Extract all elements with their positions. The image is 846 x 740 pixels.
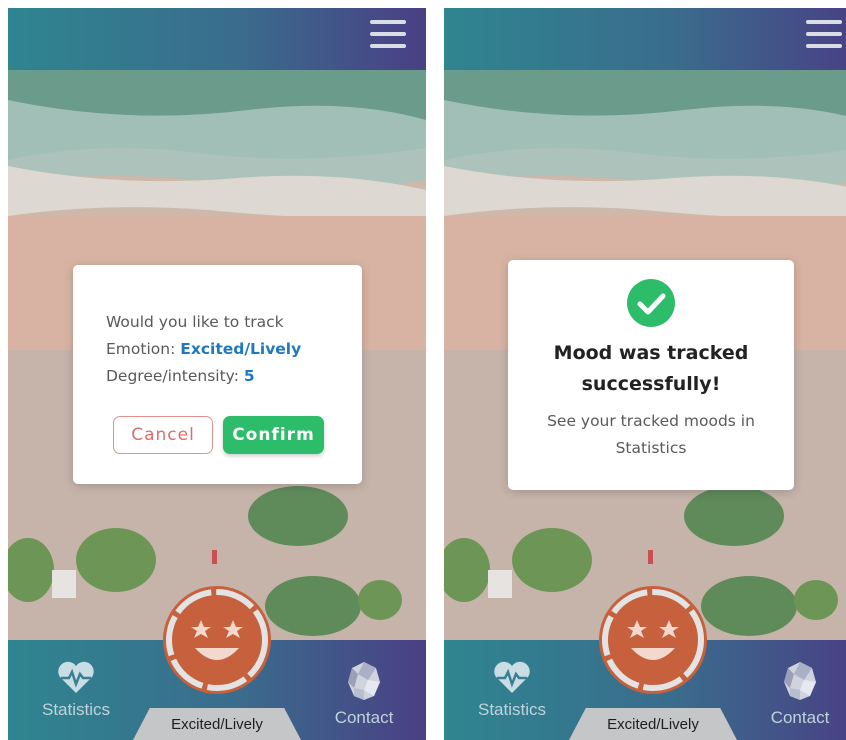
success-subtitle-line2: Statistics <box>615 439 687 457</box>
degree-label: Degree/intensity: <box>106 367 239 385</box>
contact-icon <box>348 662 380 700</box>
nav-contact-label: Contact <box>334 708 394 727</box>
star-eyes-face-icon[interactable] <box>597 584 709 696</box>
star-eyes-face-icon[interactable] <box>161 584 273 696</box>
confirm-button[interactable]: Confirm <box>223 416 324 454</box>
success-subtitle-line1: See your tracked moods in <box>547 412 755 430</box>
nav-statistics[interactable]: Statistics <box>36 660 116 720</box>
check-circle-icon <box>627 279 675 327</box>
dialog-question: Would you like to track <box>106 313 284 331</box>
degree-value: 5 <box>243 367 255 385</box>
emotion-line: Emotion: Excited/Lively <box>106 340 301 358</box>
hamburger-icon[interactable] <box>370 18 406 50</box>
phone-screen-confirm: Would you like to track Emotion: Excited… <box>8 8 426 740</box>
success-title-line2: successfully! <box>581 373 721 395</box>
heart-pulse-icon <box>58 661 94 693</box>
nav-contact-label: Contact <box>770 708 830 727</box>
hamburger-icon[interactable] <box>806 18 842 50</box>
nav-contact[interactable]: Contact <box>760 660 840 728</box>
degree-line: Degree/intensity: 5 <box>106 367 255 385</box>
contact-icon <box>784 662 816 700</box>
current-mood-tab: Excited/Lively <box>133 708 301 740</box>
top-app-bar <box>444 8 846 70</box>
nav-statistics[interactable]: Statistics <box>472 660 552 720</box>
top-app-bar <box>8 8 426 70</box>
current-mood-tab: Excited/Lively <box>569 708 737 740</box>
success-title-line1: Mood was tracked <box>553 342 749 364</box>
success-dialog: Mood was tracked successfully! See your … <box>508 260 794 490</box>
phone-screen-success: Mood was tracked successfully! See your … <box>444 8 846 740</box>
track-confirm-dialog: Would you like to track Emotion: Excited… <box>73 265 362 484</box>
nav-contact[interactable]: Contact <box>324 660 404 728</box>
emotion-label: Emotion: <box>106 340 176 358</box>
cancel-button[interactable]: Cancel <box>113 416 213 454</box>
nav-statistics-label: Statistics <box>41 700 111 719</box>
nav-statistics-label: Statistics <box>477 700 547 719</box>
heart-pulse-icon <box>494 661 530 693</box>
emotion-value: Excited/Lively <box>180 340 302 358</box>
